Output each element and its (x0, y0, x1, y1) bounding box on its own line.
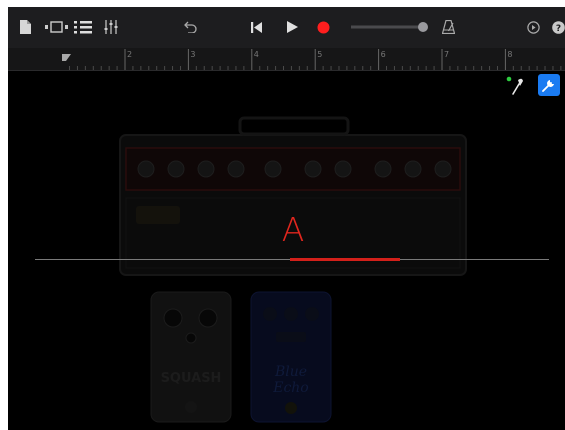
tuner-indicator-bar (290, 258, 400, 261)
ruler-bar-number: 7 (444, 50, 450, 59)
playhead-marker (62, 54, 71, 61)
document-icon (19, 20, 31, 34)
go-to-start-icon (250, 21, 262, 33)
amp-background: SQUASH Blue Echo (119, 116, 467, 423)
go-to-start-button[interactable] (248, 19, 264, 35)
ruler-bar-number: 2 (127, 50, 133, 59)
settings-icon (542, 80, 554, 92)
help-icon: ? (551, 20, 565, 34)
pedal-1-name: SQUASH (161, 371, 222, 386)
input-led (506, 76, 512, 82)
help-button[interactable]: ? (550, 19, 565, 35)
mixer-button[interactable] (103, 19, 119, 35)
record-button[interactable] (315, 19, 331, 35)
squash-pedal[interactable]: SQUASH (150, 291, 232, 423)
ruler-bar-number: 5 (317, 50, 323, 59)
tempo-button[interactable] (525, 19, 541, 35)
garageband-screen: ? 2 3 4 5 6 7 8 SQUASH Blue Echo A (8, 7, 565, 430)
input-settings-button[interactable] (505, 74, 527, 96)
ruler-ticks (62, 49, 562, 70)
browser-list-icon (74, 20, 92, 34)
record-icon (317, 21, 329, 33)
undo-button[interactable] (182, 19, 198, 35)
ruler-bar-number: 8 (507, 50, 513, 59)
pedal-2-name-line1: Blue (274, 364, 307, 380)
ruler-bar-number: 4 (253, 50, 259, 59)
amp-handle (238, 116, 350, 136)
tracks-view-button[interactable] (43, 19, 71, 35)
control-bar: ? (8, 7, 565, 48)
browser-button[interactable] (72, 19, 94, 35)
svg-text:?: ? (555, 24, 560, 34)
metronome-icon (441, 20, 455, 34)
input-icon (506, 76, 523, 95)
metronome-button[interactable] (440, 19, 456, 35)
tempo-icon (526, 20, 540, 34)
pedal-2-name-line2: Echo (272, 380, 309, 396)
undo-icon (183, 21, 197, 33)
timeline-ruler[interactable]: 2 3 4 5 6 7 8 (8, 48, 565, 71)
ruler-bar-number: 6 (380, 50, 386, 59)
blue-echo-pedal[interactable]: Blue Echo (250, 291, 332, 423)
ruler-bar-number: 3 (190, 50, 196, 59)
play-icon (286, 21, 298, 33)
amp-logo-plate (136, 206, 180, 224)
tracks-view-icon (45, 21, 68, 33)
amp-settings-button[interactable] (538, 74, 560, 96)
play-button[interactable] (284, 19, 300, 35)
master-volume-slider[interactable] (351, 21, 431, 33)
tuner-note: A (281, 210, 305, 249)
master-volume-knob[interactable] (418, 22, 428, 32)
my-songs-button[interactable] (18, 19, 32, 35)
mixer-icon (104, 20, 118, 34)
